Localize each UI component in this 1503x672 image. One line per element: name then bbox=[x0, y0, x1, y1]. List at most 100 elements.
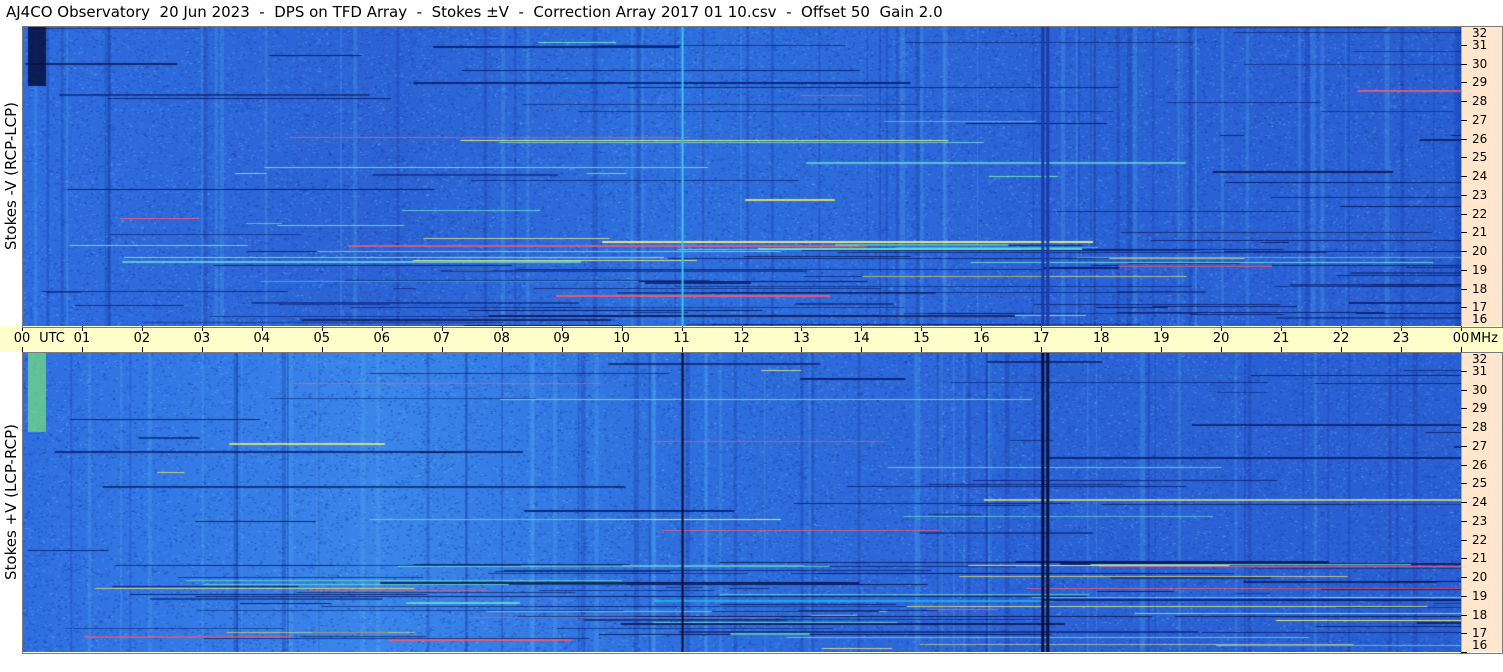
mhz-top-label: 24 bbox=[1472, 169, 1488, 183]
utc-hour-tick bbox=[1161, 347, 1163, 352]
mhz-bottom-label: 22 bbox=[1472, 532, 1488, 547]
mhz-top-label: 16 bbox=[1472, 312, 1488, 326]
mhz-top-tick bbox=[1461, 63, 1467, 65]
mhz-top-tick bbox=[1461, 194, 1467, 196]
utc-hour-label: 13 bbox=[793, 331, 810, 346]
mhz-bottom-tick bbox=[1461, 558, 1467, 560]
mhz-scale-top: 32 31 30 29 28 27 26 25 24 23 22 21 20 19 18 17 16 bbox=[1461, 26, 1503, 327]
utc-hour-label: 06 bbox=[373, 331, 391, 346]
mhz-bottom-tick bbox=[1461, 633, 1467, 635]
mhz-bottom-tick bbox=[1461, 352, 1467, 353]
top-ylabel-box: Stokes -V (RCP-LCP) bbox=[0, 26, 22, 326]
spectrogram-top-canvas bbox=[22, 26, 1461, 326]
mhz-bottom-label: 30 bbox=[1472, 382, 1488, 397]
mhz-top-tick bbox=[1461, 176, 1467, 177]
utc-hour-tick bbox=[1461, 347, 1462, 352]
mhz-top-label: 28 bbox=[1472, 94, 1488, 108]
utc-hour-label: 16 bbox=[973, 331, 990, 346]
utc-hour-label: 15 bbox=[913, 331, 930, 346]
mhz-bottom-label: 29 bbox=[1472, 401, 1488, 416]
utc-hour-tick bbox=[261, 326, 263, 331]
utc-hour-tick bbox=[141, 326, 143, 331]
utc-hour-tick bbox=[1041, 326, 1043, 331]
utc-hour-label: 09 bbox=[553, 331, 570, 346]
mhz-top-tick bbox=[1461, 82, 1467, 84]
utc-hour-label: 20 bbox=[1212, 331, 1230, 346]
mhz-top-label: 22 bbox=[1472, 206, 1488, 221]
spectrogram-bottom[interactable] bbox=[22, 352, 1461, 652]
utc-hour-label: 02 bbox=[133, 331, 151, 346]
mhz-bottom-label: 24 bbox=[1472, 495, 1488, 509]
utc-hour-label: 00 bbox=[1452, 331, 1470, 346]
mhz-top-tick bbox=[1461, 26, 1467, 27]
utc-hour-tick bbox=[1221, 347, 1223, 352]
utc-hour-tick bbox=[801, 347, 803, 352]
utc-hour-tick bbox=[861, 347, 863, 352]
mhz-scale-bottom: 32 31 30 29 28 27 26 25 24 23 22 21 20 19 18 17 16 bbox=[1461, 352, 1503, 653]
mhz-bottom-label: 23 bbox=[1472, 513, 1488, 528]
utc-hour-tick bbox=[1101, 326, 1103, 331]
utc-hour-tick bbox=[501, 326, 503, 331]
utc-hour-label: 12 bbox=[733, 331, 750, 346]
utc-hour-label: 00 bbox=[13, 331, 31, 346]
mhz-top-label: 29 bbox=[1472, 75, 1488, 90]
mhz-bottom-tick bbox=[1461, 502, 1467, 503]
utc-hour-tick bbox=[1281, 326, 1283, 331]
mhz-bottom-label: 31 bbox=[1472, 363, 1488, 378]
mhz-bottom-tick bbox=[1461, 483, 1467, 485]
utc-hour-tick bbox=[381, 326, 383, 331]
mhz-bottom-tick bbox=[1461, 370, 1467, 372]
mhz-top-label: 30 bbox=[1472, 56, 1488, 71]
mhz-top-tick bbox=[1461, 44, 1467, 46]
mhz-bottom-label: 26 bbox=[1472, 457, 1488, 472]
mhz-bottom-tick bbox=[1461, 539, 1467, 541]
mhz-top-label: 27 bbox=[1472, 112, 1488, 127]
spectrogram-top[interactable] bbox=[22, 26, 1461, 326]
utc-hour-tick bbox=[621, 326, 623, 331]
utc-hour-tick bbox=[81, 347, 83, 352]
utc-hour-label: 17 bbox=[1033, 331, 1050, 346]
utc-hour-tick bbox=[321, 347, 323, 352]
utc-hour-tick bbox=[921, 347, 923, 352]
mhz-bottom-tick bbox=[1461, 427, 1467, 428]
mhz-top-tick bbox=[1461, 157, 1467, 159]
mhz-bottom-label: 28 bbox=[1472, 420, 1488, 434]
utc-hour-label: 03 bbox=[193, 331, 211, 346]
mhz-top-tick bbox=[1461, 101, 1467, 102]
mhz-top-tick bbox=[1461, 251, 1467, 252]
mhz-top-label: 20 bbox=[1472, 244, 1488, 258]
utc-hour-tick bbox=[561, 326, 563, 331]
utc-hour-label: 07 bbox=[433, 331, 450, 346]
utc-hour-tick bbox=[321, 326, 323, 331]
utc-hour-tick bbox=[621, 347, 623, 352]
mhz-bottom-tick bbox=[1461, 408, 1467, 410]
utc-hour-tick bbox=[1281, 347, 1283, 352]
bottom-ylabel: Stokes +V (LCP-RCP) bbox=[2, 424, 20, 580]
utc-hour-label: 19 bbox=[1152, 331, 1170, 346]
mhz-top-tick bbox=[1461, 232, 1467, 234]
mhz-top-tick bbox=[1461, 269, 1467, 271]
utc-hour-tick bbox=[501, 347, 503, 352]
utc-hour-label: 05 bbox=[313, 331, 331, 346]
mhz-bottom-tick bbox=[1461, 652, 1467, 653]
mhz-top-label: 31 bbox=[1472, 37, 1488, 52]
utc-hour-label: 08 bbox=[493, 331, 510, 346]
mhz-top-tick bbox=[1461, 138, 1467, 140]
utc-hour-tick bbox=[921, 326, 923, 331]
mhz-bottom-label: 21 bbox=[1472, 551, 1488, 566]
utc-hour-label: 14 bbox=[853, 331, 870, 346]
utc-hour-label: 23 bbox=[1392, 331, 1410, 346]
mhz-bottom-tick bbox=[1461, 445, 1467, 447]
utc-hour-tick bbox=[22, 326, 23, 331]
utc-hour-tick bbox=[201, 347, 203, 352]
mhz-top-label: 26 bbox=[1472, 131, 1488, 146]
utc-hour-tick bbox=[1221, 326, 1223, 331]
mhz-top-label: 18 bbox=[1472, 281, 1488, 296]
window-title: AJ4CO Observatory 20 Jun 2023 - DPS on T… bbox=[6, 3, 943, 21]
mhz-top-tick bbox=[1461, 307, 1467, 309]
utc-hour-tick bbox=[261, 347, 263, 352]
mhz-bottom-tick bbox=[1461, 464, 1467, 466]
utc-hour-label: 11 bbox=[673, 331, 690, 346]
mhz-bottom-label: 16 bbox=[1472, 638, 1488, 652]
mhz-bottom-label: 27 bbox=[1472, 438, 1488, 453]
